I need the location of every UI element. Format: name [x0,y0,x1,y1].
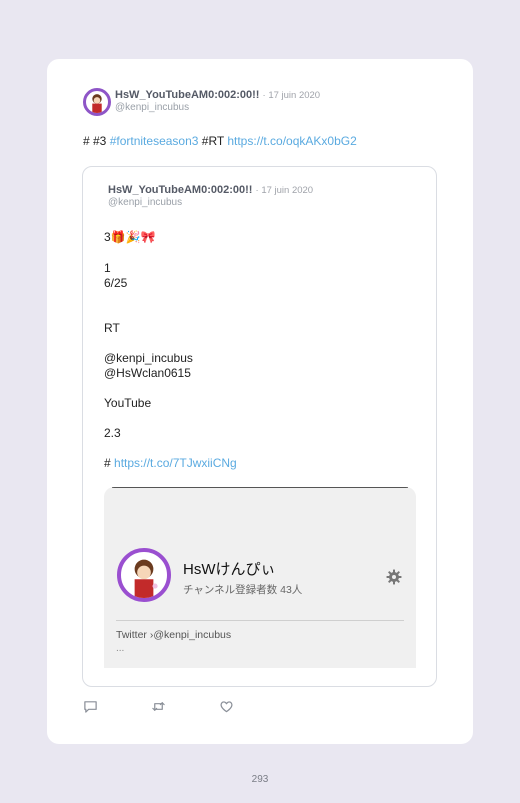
like-button[interactable] [219,699,234,715]
quoted-line-1: 3🎁🎉🎀 [104,230,156,244]
channel-avatar[interactable] [117,548,171,602]
embed-more-text: ... [116,643,125,654]
quoted-line-5: YouTube [104,396,152,410]
mention-link-1[interactable]: @kenpi_incubus [104,351,193,365]
reply-icon [84,701,97,713]
embed-top-border [112,487,408,488]
tweet-date[interactable]: · 17 juin 2020 [263,90,321,101]
like-icon [220,701,233,713]
quoted-line-6: 2.3 [104,426,121,440]
youtube-embed-card[interactable]: HsWけんぴぃ チャンネル登録者数 43人 Twitter ›@kenpi_in… [104,487,416,668]
retweet-button[interactable] [151,699,166,715]
quoted-line-3: 6/25 [104,276,128,290]
quoted-line-2: 1 [104,261,111,275]
reply-button[interactable] [83,699,98,715]
retweet-icon [152,702,165,711]
embed-divider [116,620,404,621]
subscriber-count: チャンネル登録者数 43人 [183,584,303,596]
quoted-date[interactable]: · 17 juin 2020 [256,185,314,196]
tweet-text: # #3 #fortniteseason3 #RT https://t.co/o… [83,134,357,148]
quoted-line-4: RT [104,321,120,335]
hashtag-link[interactable]: #fortniteseason3 [110,134,199,148]
quoted-url-link[interactable]: https://t.co/7TJwxiiCNg [114,456,237,470]
embed-twitter-handle[interactable]: ›@kenpi_incubus [150,629,231,641]
quoted-line-7-prefix: # [104,456,115,470]
tweet-card: HsW_YouTubeAM0:002:00!! · 17 juin 2020 @… [47,59,473,744]
tweet-text-prefix: # #3 [83,134,110,148]
mention-link-2[interactable]: @HsWclan0615 [104,366,191,380]
embed-twitter-line: Twitter ›@kenpi_incubus [116,629,231,641]
author-handle[interactable]: @kenpi_incubus [115,102,189,113]
page-number: 293 [251,774,269,785]
quoted-author-name[interactable]: HsW_YouTubeAM0:002:00!! · 17 juin 2020 [108,184,313,196]
quoted-tweet[interactable]: HsW_YouTubeAM0:002:00!! · 17 juin 2020 @… [82,166,437,687]
gear-icon[interactable] [386,569,402,585]
quoted-handle[interactable]: @kenpi_incubus [108,197,182,208]
author-name[interactable]: HsW_YouTubeAM0:002:00!! · 17 juin 2020 [115,89,320,101]
embed-twitter-label: Twitter [116,629,147,641]
tweet-url-link[interactable]: https://t.co/oqkAKx0bG2 [227,134,356,148]
channel-name[interactable]: HsWけんぴぃ [183,558,276,579]
quoted-line-7: # https://t.co/7TJwxiiCNg [104,456,237,470]
tweet-text-mid: #RT [198,134,228,148]
author-avatar[interactable] [83,88,111,116]
